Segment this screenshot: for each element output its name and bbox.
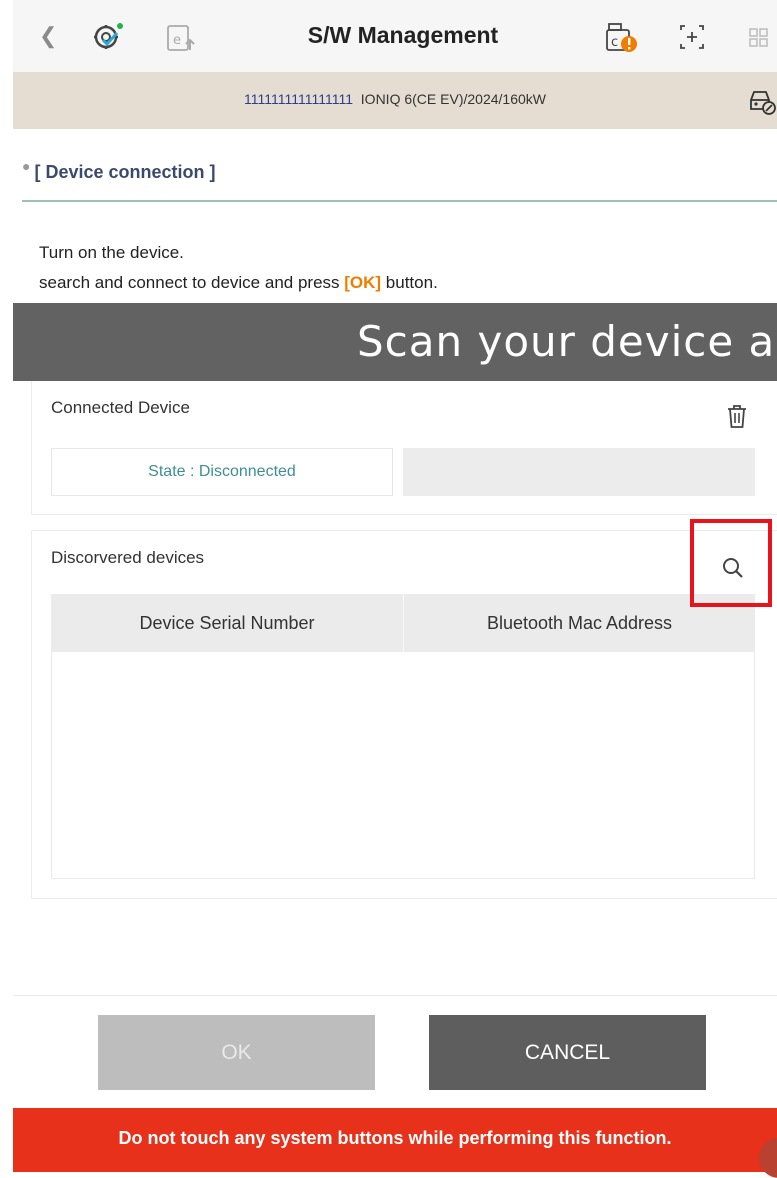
vci-alert-icon[interactable]: c (605, 20, 639, 54)
e-upload-icon[interactable]: e (163, 20, 197, 54)
section-title: ●[ Device connection ] (22, 158, 216, 182)
connected-device-panel: Connected Device State : Disconnected (31, 381, 777, 515)
instruction-line-2: search and connect to device and press [… (39, 273, 438, 292)
svg-text:e: e (173, 33, 181, 48)
warning-text: Do not touch any system buttons while pe… (118, 1128, 672, 1148)
ok-button[interactable]: OK (98, 1015, 375, 1090)
svg-text:c: c (611, 35, 618, 50)
page-title: S/W Management (307, 22, 499, 48)
vehicle-model: IONIQ 6(CE EV)/2024/160kW (360, 91, 546, 107)
section-divider (22, 200, 777, 202)
cancel-button[interactable]: CANCEL (429, 1015, 706, 1090)
vehicle-info-bar: 1111111111111111 IONIQ 6(CE EV)/2024/160… (13, 72, 777, 129)
ok-keyword: [OK] (344, 273, 382, 292)
column-header-serial: Device Serial Number (51, 594, 404, 652)
diagnosis-gear-icon[interactable] (91, 20, 125, 54)
discovered-devices-title: Discorvered devices (51, 548, 205, 567)
vehicle-settings-icon[interactable] (747, 86, 777, 116)
connected-device-info (403, 448, 755, 496)
connection-state: State : Disconnected (51, 448, 393, 496)
devices-table-header: Device Serial Number Bluetooth Mac Addre… (51, 594, 755, 652)
back-button[interactable]: ❮ (39, 24, 57, 48)
vehicle-info: 1111111111111111 IONIQ 6(CE EV)/2024/160… (13, 91, 777, 107)
grid-menu-icon[interactable] (743, 20, 777, 54)
search-icon[interactable] (721, 556, 745, 580)
scan-banner-text: Scan your device an (357, 317, 777, 366)
connected-device-title: Connected Device (51, 398, 190, 417)
top-toolbar: ❮ e S/W Management c (13, 0, 777, 72)
instruction-line-1: Turn on the device. (39, 243, 184, 262)
warning-bar: Do not touch any system buttons while pe… (13, 1108, 777, 1178)
trash-icon[interactable] (726, 403, 748, 429)
scan-banner: Scan your device an (13, 303, 777, 381)
footer-divider (13, 995, 777, 996)
instructions: Turn on the device. search and connect t… (39, 238, 438, 298)
discovered-devices-panel: Discorvered devices Device Serial Number… (31, 530, 777, 899)
screen-capture-icon[interactable] (675, 20, 709, 54)
devices-table-body[interactable] (51, 652, 755, 879)
vehicle-vin: 1111111111111111 (244, 91, 354, 107)
